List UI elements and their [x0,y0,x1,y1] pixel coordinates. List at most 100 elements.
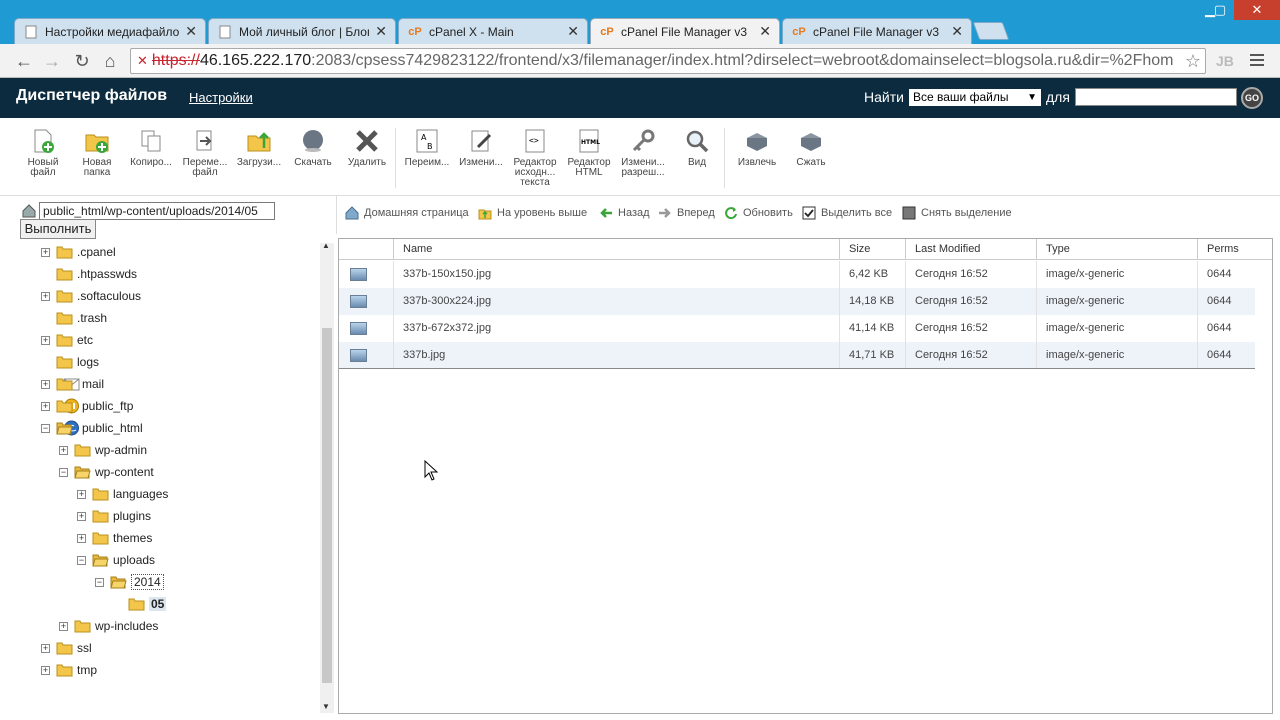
refresh-button[interactable]: Обновить [724,206,793,220]
tab-cpanel-main[interactable]: cP cPanel X - Main ✕ [398,18,588,44]
tree-node[interactable]: 05 [113,595,167,613]
settings-link[interactable]: Настройки [189,90,253,105]
expand-icon[interactable]: + [59,621,68,631]
window-close-icon[interactable]: ✕ [1234,0,1280,20]
home-icon[interactable] [22,204,36,218]
rename-button[interactable]: AB Переим... [400,128,454,168]
expand-icon[interactable]: + [41,247,50,257]
tree-node[interactable]: + wp-admin [59,441,147,459]
tree-node[interactable]: + .softaculous [41,287,141,305]
close-icon[interactable]: ✕ [185,23,197,40]
expand-icon[interactable]: + [41,291,50,301]
extract-button[interactable]: Извлечь [730,128,784,168]
expand-icon[interactable]: + [77,511,86,521]
menu-icon[interactable] [1250,54,1264,69]
expand-icon[interactable]: + [41,665,50,675]
tab-file-manager-2[interactable]: cP cPanel File Manager v3 ✕ [782,18,972,44]
tree-node[interactable]: + wp-includes [59,617,158,635]
copy-button[interactable]: Копиро... [124,128,178,168]
close-icon[interactable]: ✕ [375,23,387,40]
go-path-button[interactable]: Выполнить [20,219,96,239]
upload-button[interactable]: Загрузи... [232,128,286,168]
collapse-icon[interactable]: − [95,577,104,587]
maximize-icon[interactable]: ▢ [1206,0,1234,20]
delete-button[interactable]: Удалить [340,128,394,168]
permissions-button[interactable]: Измени... разреш... [616,128,670,178]
tab-file-manager-active[interactable]: cP cPanel File Manager v3 ✕ [590,18,780,44]
tree-node[interactable]: + .cpanel [41,243,116,261]
deselect-button[interactable]: Снять выделение [902,206,1012,220]
home-icon[interactable]: ⌂ [98,50,122,72]
folder-icon [74,444,91,456]
move-button[interactable]: Переме... файл [178,128,232,178]
code-editor-button[interactable]: <> Редактор исходн... текста [508,128,562,188]
tree-node[interactable]: + etc [41,331,93,349]
tree-node[interactable]: − uploads [77,551,155,569]
tree-node[interactable]: − public_html [41,419,143,437]
html-editor-button[interactable]: HTML Редактор HTML [562,128,616,178]
type-column-header[interactable]: Type [1037,239,1198,260]
home-page-button[interactable]: Домашняя страница [345,206,469,220]
table-row[interactable]: 337b-150x150.jpg 6,42 KB Сегодня 16:52 imag… [339,261,1255,288]
size-column-header[interactable]: Size [840,239,906,260]
collapse-icon[interactable]: − [59,467,68,477]
tree-node[interactable]: − wp-content [59,463,154,481]
search-go-button[interactable]: GO [1241,87,1263,109]
collapse-icon[interactable]: − [77,555,86,565]
path-input[interactable]: public_html/wp-content/uploads/2014/05 [39,202,275,220]
perms-column-header[interactable]: Perms [1198,239,1272,260]
new-file-button[interactable]: Новый файл [16,128,70,178]
tree-node[interactable]: + themes [77,529,152,547]
expand-icon[interactable]: + [41,379,50,389]
expand-icon[interactable]: + [77,489,86,499]
expand-icon[interactable]: + [41,643,50,653]
compress-button[interactable]: Сжать [784,128,838,168]
tree-node[interactable]: + tmp [41,661,97,679]
view-button[interactable]: Вид [670,128,724,168]
modified-column-header[interactable]: Last Modified [906,239,1037,260]
new-folder-button[interactable]: Новая папка [70,128,124,178]
close-icon[interactable]: ✕ [951,23,963,40]
table-row[interactable]: 337b.jpg 41,71 KB Сегодня 16:52 image/x-gen… [339,342,1255,369]
find-scope-select[interactable]: Все ваши файлы ▼ [909,89,1041,106]
expand-icon[interactable]: + [59,445,68,455]
tree-node[interactable]: + languages [77,485,168,503]
tree-scrollbar[interactable]: ▲ ▼ [320,241,334,713]
tree-node[interactable]: + public_ftp [41,397,133,415]
bookmark-star-icon[interactable]: ☆ [1185,51,1201,72]
scroll-up-icon[interactable]: ▲ [322,241,330,250]
tree-node[interactable]: .htpasswds [41,265,137,283]
tree-node[interactable]: + mail [41,375,104,393]
tree-node[interactable]: + plugins [77,507,151,525]
up-level-button[interactable]: На уровень выше [478,206,587,220]
close-icon[interactable]: ✕ [759,23,771,40]
close-icon[interactable]: ✕ [567,23,579,40]
tree-node[interactable]: + ssl [41,639,92,657]
extension-jb-icon[interactable]: JB [1216,53,1234,69]
tab-media-settings[interactable]: Настройки медиафайлов ✕ [14,18,206,44]
forward-button[interactable]: Вперед [658,206,715,220]
tree-node[interactable]: − 2014 [95,573,164,591]
scroll-down-icon[interactable]: ▼ [322,702,330,711]
table-row[interactable]: 337b-300x224.jpg 14,18 KB Сегодня 16:52 ima… [339,288,1255,315]
expand-icon[interactable]: + [41,401,50,411]
search-input[interactable] [1075,88,1237,106]
reload-icon[interactable]: ↻ [70,50,94,72]
back-arrow-icon[interactable]: ← [12,50,36,72]
collapse-icon[interactable]: − [41,423,50,433]
table-row[interactable]: 337b-672x372.jpg 41,14 KB Сегодня 16:52 ima… [339,315,1255,342]
tree-node[interactable]: logs [41,353,99,371]
address-bar[interactable]: ✕ https:// 46.165.222.170 :2083/cpsess74… [130,48,1206,74]
select-all-button[interactable]: Выделить все [802,206,892,220]
tab-blog[interactable]: Мой личный блог | Блог ✕ [208,18,396,44]
new-tab-button[interactable] [972,22,1010,40]
download-button[interactable]: Скачать [286,128,340,168]
expand-icon[interactable]: + [41,335,50,345]
scrollbar-thumb[interactable] [322,328,332,683]
forward-arrow-icon[interactable]: → [40,50,64,72]
name-column-header[interactable]: Name [394,239,840,260]
expand-icon[interactable]: + [77,533,86,543]
tree-node[interactable]: .trash [41,309,107,327]
back-button[interactable]: Назад [599,206,650,220]
edit-button[interactable]: Измени... [454,128,508,168]
